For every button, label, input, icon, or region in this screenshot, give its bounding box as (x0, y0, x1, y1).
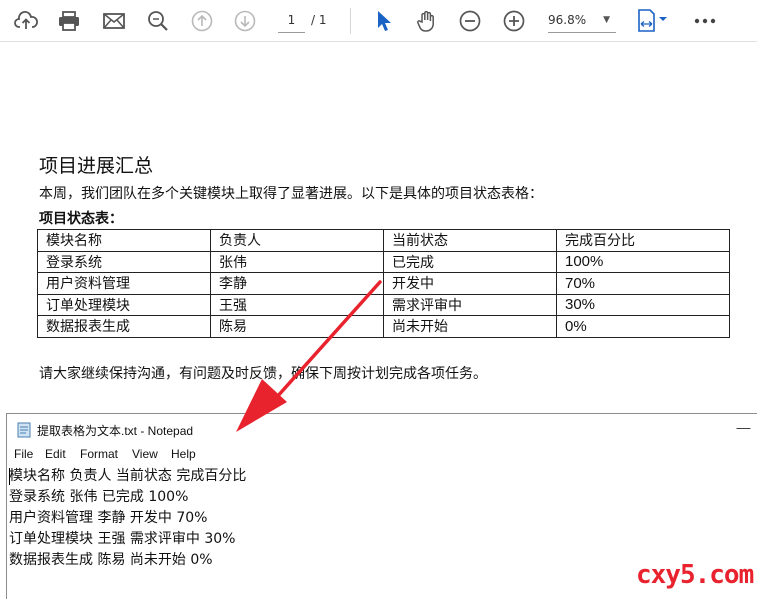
document-intro: 本周，我们团队在多个关键模块上取得了显著进展。以下是具体的项目状态表格： (39, 186, 543, 202)
notepad-menubar: File Edit Format View Help (7, 444, 757, 464)
project-status-table: 模块名称 负责人 当前状态 完成百分比 登录系统 张伟 已完成 100% 用户资… (37, 229, 730, 338)
document-outro: 请大家继续保持沟通，有问题及时反馈，确保下周按计划完成各项任务。 (39, 366, 487, 382)
table-header-row: 模块名称 负责人 当前状态 完成百分比 (37, 229, 730, 252)
table-row: 用户资料管理 李静 开发中 70% (37, 272, 730, 295)
table-header-cell: 模块名称 (37, 229, 211, 252)
watermark: cxy5.com (636, 560, 754, 590)
chevron-down-icon: ▼ (603, 15, 610, 25)
zoom-level-value: 96.8% (548, 13, 587, 27)
pdf-page: 项目进展汇总 本周，我们团队在多个关键模块上取得了显著进展。以下是具体的项目状态… (0, 43, 757, 413)
fit-page-icon[interactable] (634, 7, 672, 35)
text-line: 用户资料管理 李静 开发中 70% (9, 510, 208, 526)
more-icon[interactable] (691, 7, 719, 35)
table-row: 数据报表生成 陈易 尚未开始 0% (37, 315, 730, 338)
table-cell: 数据报表生成 (37, 315, 211, 338)
table-cell: 陈易 (210, 315, 384, 338)
toolbar-divider (350, 8, 351, 34)
table-cell: 开发中 (383, 272, 557, 295)
table-cell: 100% (556, 250, 730, 273)
page-up-icon[interactable] (188, 7, 216, 35)
table-cell: 已完成 (383, 250, 557, 273)
page-number-input[interactable]: 1 (278, 9, 305, 33)
table-cell: 70% (556, 272, 730, 295)
table-cell: 张伟 (210, 250, 384, 273)
table-cell: 登录系统 (37, 250, 211, 273)
page-down-icon[interactable] (231, 7, 259, 35)
table-cell: 尚未开始 (383, 315, 557, 338)
zoom-out-icon[interactable] (456, 7, 484, 35)
table-cell: 用户资料管理 (37, 272, 211, 295)
table-header-cell: 当前状态 (383, 229, 557, 252)
select-pointer-icon[interactable] (369, 7, 397, 35)
notepad-icon (17, 422, 31, 438)
table-cell: 王强 (210, 293, 384, 316)
document-title: 项目进展汇总 (39, 155, 154, 177)
table-header-cell: 负责人 (210, 229, 384, 252)
hand-icon[interactable] (413, 7, 441, 35)
table-cell: 李静 (210, 272, 384, 295)
zoom-in-icon[interactable] (500, 7, 528, 35)
page-total: / 1 (311, 13, 327, 27)
notepad-text-area[interactable]: 模块名称 负责人 当前状态 完成百分比 登录系统 张伟 已完成 100% 用户资… (9, 466, 749, 571)
menu-file[interactable]: File (14, 447, 33, 461)
table-label: 项目状态表： (39, 211, 123, 227)
table-cell: 订单处理模块 (37, 293, 211, 316)
menu-help[interactable]: Help (171, 447, 196, 461)
table-cell: 0% (556, 315, 730, 338)
text-line: 登录系统 张伟 已完成 100% (9, 489, 189, 505)
text-line: 订单处理模块 王强 需求评审中 30% (9, 531, 236, 547)
table-row: 订单处理模块 王强 需求评审中 30% (37, 293, 730, 316)
zoom-search-icon[interactable] (144, 7, 172, 35)
text-line: 模块名称 负责人 当前状态 完成百分比 (9, 468, 247, 484)
notepad-titlebar[interactable]: 提取表格为文本.txt - Notepad — (7, 414, 757, 444)
zoom-level-dropdown[interactable]: 96.8% ▼ (548, 9, 616, 33)
menu-view[interactable]: View (132, 447, 158, 461)
table-row: 登录系统 张伟 已完成 100% (37, 250, 730, 273)
table-cell: 30% (556, 293, 730, 316)
cloud-upload-icon[interactable] (12, 7, 40, 35)
text-caret (9, 468, 10, 485)
menu-edit[interactable]: Edit (45, 447, 66, 461)
table-header-cell: 完成百分比 (556, 229, 730, 252)
print-icon[interactable] (55, 7, 83, 35)
table-cell: 需求评审中 (383, 293, 557, 316)
notepad-title: 提取表格为文本.txt - Notepad (37, 424, 194, 438)
pdf-toolbar: 1 / 1 96.8% ▼ (0, 0, 757, 42)
mail-icon[interactable] (100, 7, 128, 35)
menu-format[interactable]: Format (80, 447, 118, 461)
minimize-button[interactable]: — (729, 414, 757, 444)
